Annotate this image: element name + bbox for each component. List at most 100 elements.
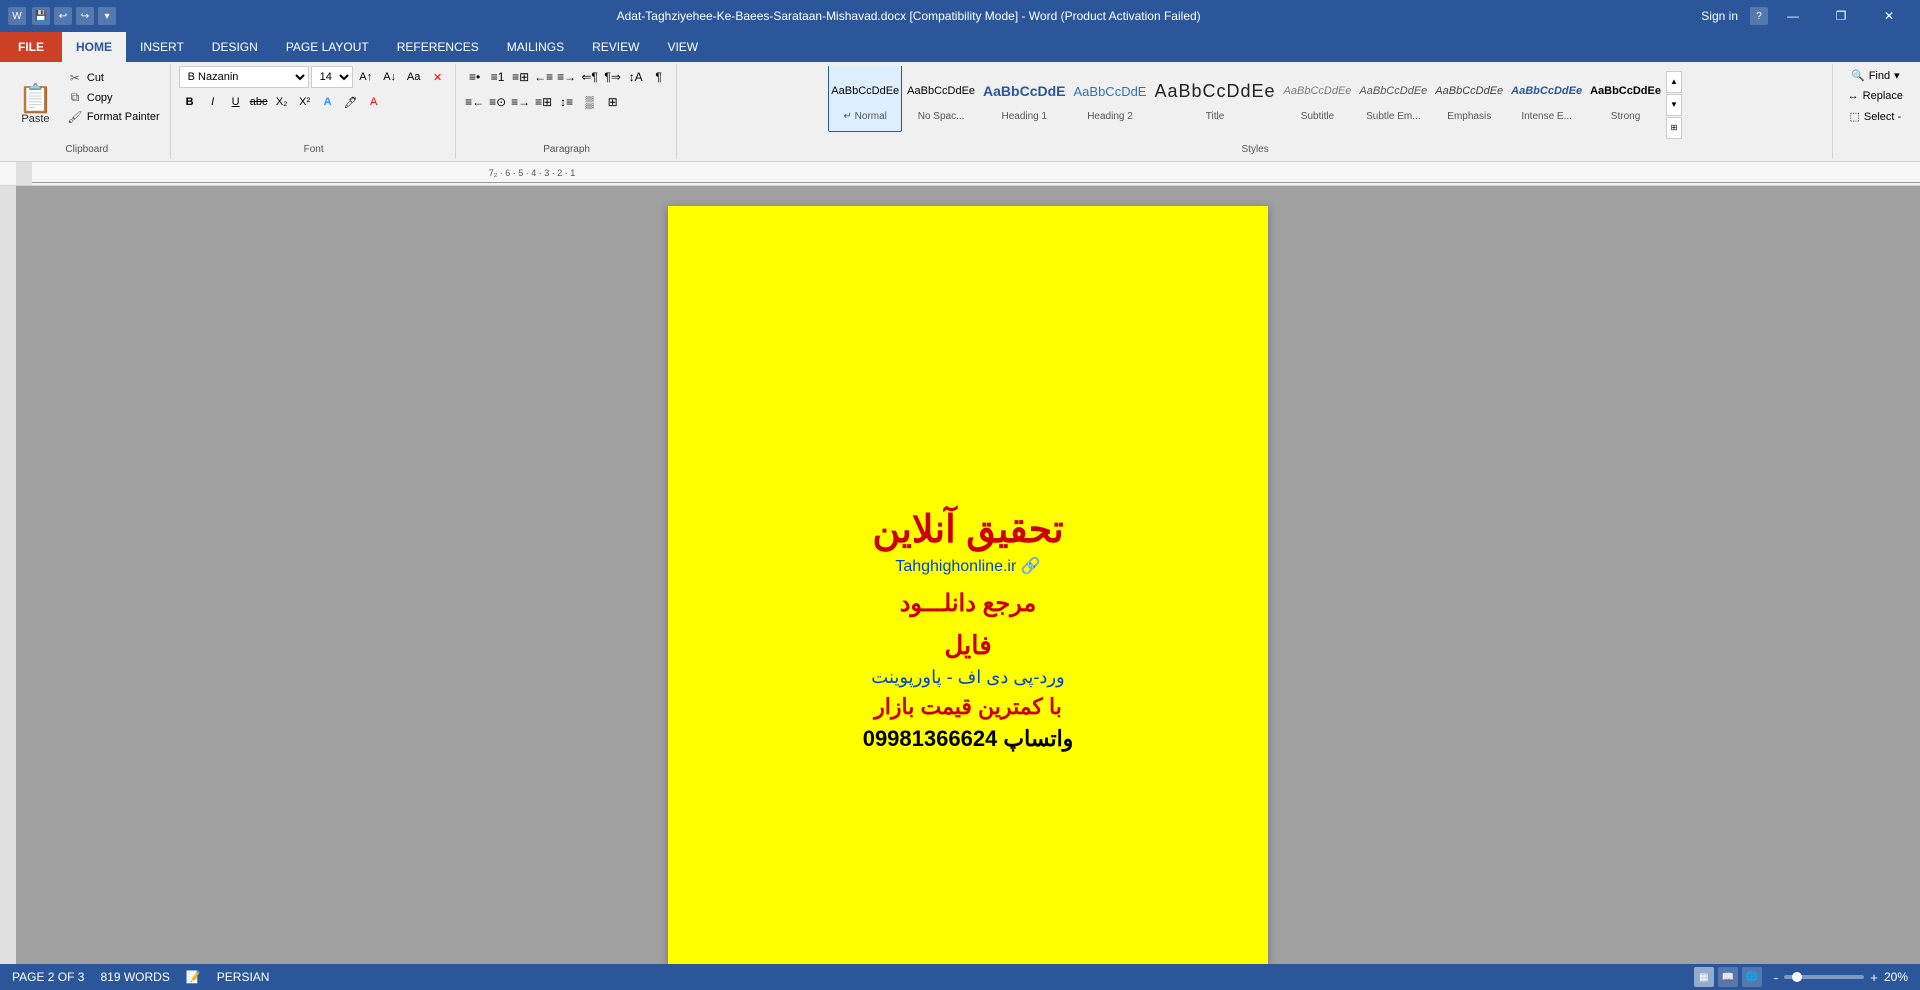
bold-button[interactable]: B [179,91,201,113]
select-button[interactable]: ⬚ Select - [1842,107,1908,126]
tab-review[interactable]: REVIEW [578,32,653,62]
line-spacing-button[interactable]: ↕≡ [556,91,578,113]
text-effects-button[interactable]: A [317,91,339,113]
clear-format-button[interactable]: ✕ [427,66,449,88]
find-icon: 🔍 [1851,69,1865,82]
sign-in-button[interactable]: Sign in [1701,9,1738,23]
italic-button[interactable]: I [202,91,224,113]
save-icon[interactable]: 💾 [32,7,50,25]
tab-view[interactable]: VIEW [653,32,712,62]
rtl-button[interactable]: ⇐¶ [579,66,601,88]
style-strong[interactable]: AaBbCcDdEe Strong [1587,66,1664,132]
tab-home[interactable]: HOME [62,32,126,62]
word-icon[interactable]: W [8,7,26,25]
align-left-button[interactable]: ≡← [464,91,486,113]
styles-group: AaBbCcDdEe ↵ Normal AaBbCcDdEe No Spac..… [679,64,1833,159]
font-color-button[interactable]: A [363,91,385,113]
paragraph-group: ≡• ≡1 ≡⊞ ←≡ ≡→ ⇐¶ ¶⇒ ↕A ¶ ≡← ≡⊙ ≡→ ≡⊞ ↕≡… [458,64,677,159]
increase-indent-button[interactable]: ≡→ [556,66,578,88]
clipboard-group: 📋 Paste ✂ Cut ⧉ Copy 🖌 Format Painter Cl… [4,64,171,159]
font-case-button[interactable]: Aa [403,66,425,88]
style-subtitle[interactable]: AaBbCcDdEe Subtitle [1281,66,1355,132]
style-heading1[interactable]: AaBbCcDdE Heading 1 [980,66,1068,132]
style-no-spacing-preview: AaBbCcDdEe [907,71,975,111]
underline-button[interactable]: U [225,91,247,113]
style-title[interactable]: AaBbCcDdEe Title [1151,66,1278,132]
styles-more[interactable]: ⊞ [1666,117,1682,139]
style-intense-em[interactable]: AaBbCcDdEe Intense E... [1508,66,1585,132]
bullets-button[interactable]: ≡• [464,66,486,88]
undo-icon[interactable]: ↩ [54,7,72,25]
show-hide-button[interactable]: ¶ [648,66,670,88]
web-layout-view[interactable]: 🌐 [1742,967,1762,987]
style-intense-em-preview: AaBbCcDdEe [1511,71,1582,111]
restore-button[interactable]: ❐ [1818,0,1864,32]
align-right-button[interactable]: ≡→ [510,91,532,113]
border-button[interactable]: ⊞ [602,91,624,113]
shrink-font-button[interactable]: A↓ [379,66,401,88]
redo-icon[interactable]: ↪ [76,7,94,25]
subscript-button[interactable]: X₂ [271,91,293,113]
replace-button[interactable]: ↔ Replace [1841,87,1910,105]
tab-page-layout[interactable]: PAGE LAYOUT [272,32,383,62]
zoom-out-button[interactable]: - [1774,970,1778,985]
select-icon: ⬚ [1849,110,1859,123]
zoom-thumb[interactable] [1792,972,1802,982]
font-name-select[interactable]: B Nazanin [179,66,309,88]
styles-gallery: AaBbCcDdEe ↵ Normal AaBbCcDdEe No Spac..… [828,66,1664,148]
cut-button[interactable]: ✂ Cut [63,69,164,87]
tab-mailings[interactable]: MAILINGS [493,32,578,62]
tab-file[interactable]: FILE [0,32,62,62]
cut-label: Cut [87,72,104,84]
strikethrough-button[interactable]: abc [248,91,270,113]
title-bar-right: Sign in ? — ❐ ✕ [1701,0,1912,32]
grow-font-button[interactable]: A↑ [355,66,377,88]
minimize-button[interactable]: — [1770,0,1816,32]
tab-references[interactable]: REFERENCES [383,32,493,62]
document-area[interactable]: تحقیق آنلاین Tahghighonline.ir 🔗 مرجع دا… [16,186,1920,964]
styles-scroll-up[interactable]: ▲ [1666,71,1682,93]
style-strong-label: Strong [1611,111,1640,122]
style-emphasis[interactable]: AaBbCcDdEe Emphasis [1432,66,1506,132]
style-normal[interactable]: AaBbCcDdEe ↵ Normal [828,66,902,132]
copy-button[interactable]: ⧉ Copy [63,88,164,107]
style-heading2[interactable]: AaBbCcDdE Heading 2 [1071,66,1150,132]
tab-design[interactable]: DESIGN [198,32,272,62]
multilevel-button[interactable]: ≡⊞ [510,66,532,88]
numbering-button[interactable]: ≡1 [487,66,509,88]
ribbon: 📋 Paste ✂ Cut ⧉ Copy 🖌 Format Painter Cl… [0,62,1920,162]
style-subtle-em[interactable]: AaBbCcDdEe Subtle Em... [1356,66,1430,132]
cut-icon: ✂ [67,71,83,85]
font-size-select[interactable]: 14 [311,66,353,88]
sort-button[interactable]: ↕A [625,66,647,88]
zoom-level: 20% [1884,970,1908,984]
zoom-slider[interactable] [1784,975,1864,979]
close-button[interactable]: ✕ [1866,0,1912,32]
style-no-spacing[interactable]: AaBbCcDdEe No Spac... [904,66,978,132]
tab-insert[interactable]: INSERT [126,32,198,62]
print-layout-view[interactable]: ▦ [1694,967,1714,987]
justify-button[interactable]: ≡⊞ [533,91,555,113]
style-heading2-preview: AaBbCcDdE [1074,71,1147,111]
style-heading1-preview: AaBbCcDdE [983,71,1065,111]
styles-scroll-down[interactable]: ▼ [1666,94,1682,116]
zoom-in-button[interactable]: + [1870,970,1878,985]
word-count: 819 WORDS [100,970,169,984]
status-bar: PAGE 2 OF 3 819 WORDS 📝 PERSIAN ▦ 📖 🌐 - … [0,964,1920,990]
superscript-button[interactable]: X² [294,91,316,113]
title-bar: W 💾 ↩ ↪ ▾ Adat-Taghziyehee-Ke-Baees-Sara… [0,0,1920,32]
format-painter-button[interactable]: 🖌 Format Painter [63,108,164,126]
highlight-button[interactable]: 🖊 [340,91,362,113]
replace-label: Replace [1863,90,1903,102]
read-mode-view[interactable]: 📖 [1718,967,1738,987]
ltr-button[interactable]: ¶⇒ [602,66,624,88]
shading-button[interactable]: ▒ [579,91,601,113]
decrease-indent-button[interactable]: ←≡ [533,66,555,88]
find-button[interactable]: 🔍 Find ▾ [1844,66,1907,85]
help-icon[interactable]: ? [1750,7,1768,25]
paste-button[interactable]: 📋 Paste [10,81,61,129]
align-center-button[interactable]: ≡⊙ [487,91,509,113]
customize-icon[interactable]: ▾ [98,7,116,25]
styles-label: Styles [679,144,1832,155]
replace-icon: ↔ [1848,90,1859,102]
